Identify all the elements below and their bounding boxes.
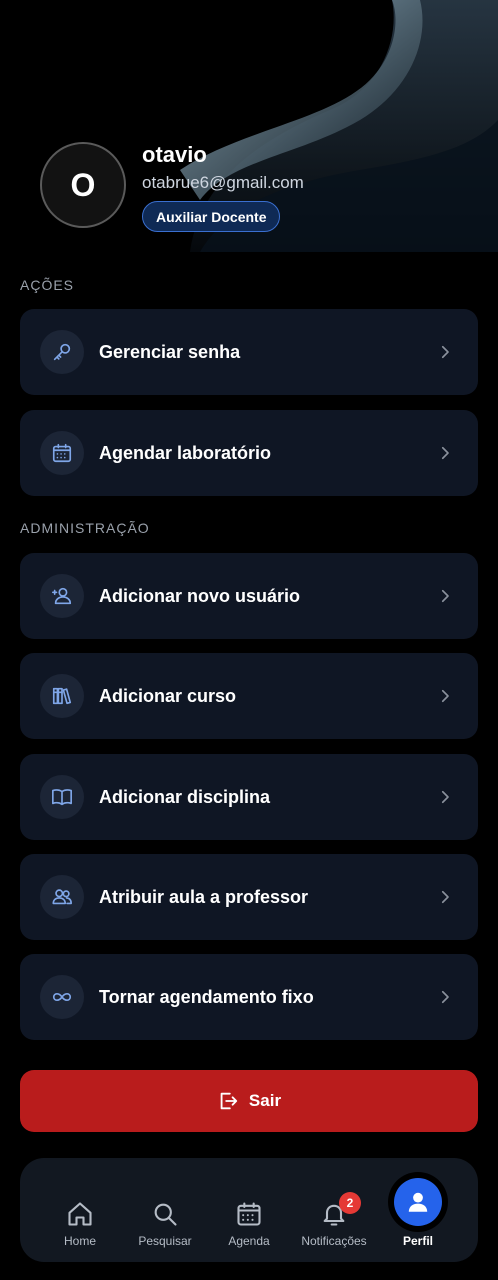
chevron-right-icon bbox=[441, 990, 449, 1004]
calendar-icon bbox=[237, 1202, 261, 1226]
user-email: otabrue6@gmail.com bbox=[142, 173, 304, 192]
logout-icon bbox=[220, 1092, 238, 1110]
add-subject-button[interactable]: Adicionar disciplina bbox=[20, 754, 478, 840]
profile-header: O otavio otabrue6@gmail.com Auxiliar Doc… bbox=[0, 0, 498, 252]
manage-password-button[interactable]: Gerenciar senha bbox=[20, 309, 478, 395]
user-name: otavio bbox=[142, 142, 207, 167]
bottom-navigation: Home Pesquisar Agenda 2 Notificações Per… bbox=[20, 1158, 478, 1262]
nav-profile[interactable]: Perfil bbox=[373, 1158, 463, 1262]
chevron-right-icon bbox=[441, 689, 449, 703]
card-label: Agendar laboratório bbox=[99, 443, 272, 463]
logout-button[interactable]: Sair bbox=[20, 1070, 478, 1132]
nav-home-label: Home bbox=[63, 1234, 96, 1248]
nav-notifications[interactable]: 2 Notificações bbox=[289, 1158, 379, 1262]
user-icon bbox=[408, 1192, 428, 1212]
books-icon bbox=[40, 674, 84, 718]
logout-label: Sair bbox=[248, 1091, 282, 1110]
infinity-icon bbox=[40, 975, 84, 1019]
book-open-icon bbox=[40, 775, 84, 819]
chevron-right-icon bbox=[441, 345, 449, 359]
nav-agenda[interactable]: Agenda bbox=[204, 1158, 294, 1262]
schedule-lab-button[interactable]: Agendar laboratório bbox=[20, 410, 478, 496]
assign-class-button[interactable]: Atribuir aula a professor bbox=[20, 854, 478, 940]
avatar[interactable]: O bbox=[40, 142, 126, 228]
add-user-button[interactable]: Adicionar novo usuário bbox=[20, 553, 478, 639]
nav-search-label: Pesquisar bbox=[138, 1234, 192, 1248]
key-icon bbox=[40, 330, 84, 374]
calendar-icon bbox=[40, 431, 84, 475]
card-label: Adicionar curso bbox=[99, 686, 237, 706]
add-course-button[interactable]: Adicionar curso bbox=[20, 653, 478, 739]
chevron-right-icon bbox=[441, 589, 449, 603]
nav-agenda-label: Agenda bbox=[228, 1234, 270, 1248]
nav-notifications-label: Notificações bbox=[301, 1234, 367, 1248]
card-label: Atribuir aula a professor bbox=[99, 887, 309, 907]
fixed-schedule-button[interactable]: Tornar agendamento fixo bbox=[20, 954, 478, 1040]
role-badge: Auxiliar Docente bbox=[142, 201, 281, 232]
search-icon bbox=[154, 1203, 177, 1226]
chevron-right-icon bbox=[441, 790, 449, 804]
nav-search[interactable]: Pesquisar bbox=[120, 1158, 210, 1262]
home-icon bbox=[68, 1202, 92, 1226]
active-indicator bbox=[388, 1172, 448, 1232]
chevron-right-icon bbox=[441, 890, 449, 904]
notification-count-badge: 2 bbox=[339, 1192, 361, 1214]
users-icon bbox=[40, 875, 84, 919]
user-plus-icon bbox=[40, 574, 84, 618]
nav-home[interactable]: Home bbox=[35, 1158, 125, 1262]
chevron-right-icon bbox=[441, 446, 449, 460]
card-label: Adicionar novo usuário bbox=[99, 586, 301, 606]
card-label: Adicionar disciplina bbox=[99, 787, 271, 807]
card-label: Gerenciar senha bbox=[99, 342, 241, 362]
section-title-admin: ADMINISTRAÇÃO bbox=[20, 520, 150, 536]
nav-profile-label: Perfil bbox=[402, 1234, 433, 1248]
section-title-actions: AÇÕES bbox=[20, 277, 75, 293]
card-label: Tornar agendamento fixo bbox=[99, 987, 314, 1007]
